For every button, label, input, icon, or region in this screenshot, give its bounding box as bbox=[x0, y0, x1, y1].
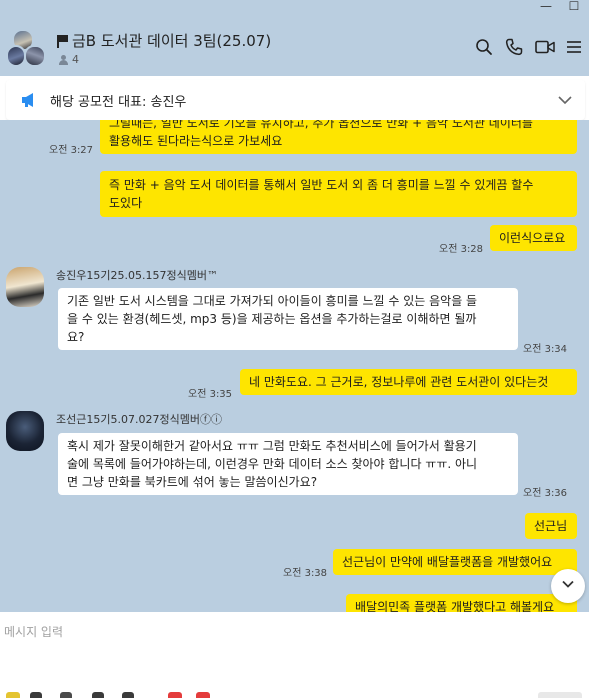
message-time: 오전 3:38 bbox=[283, 568, 328, 579]
sender-name: 조선근15기5.07.027정식멤버ⓕⓘ bbox=[56, 413, 222, 426]
group-avatar[interactable] bbox=[6, 29, 46, 69]
message-text: 이런식으로요 bbox=[499, 231, 566, 245]
message-text: 도있다 bbox=[109, 196, 143, 210]
message-text: 그럴때는, 일반 도서로 기오를 유치하고, 추가 옵션으로 만화 + 음악 도… bbox=[109, 120, 533, 130]
message-text: 선근님 bbox=[534, 519, 568, 533]
avatar bbox=[24, 45, 46, 67]
message-text: 배달의민족 플랫폼 개발했다고 해볼게요 bbox=[355, 600, 555, 612]
chat-area[interactable]: 그럴때는, 일반 도서로 기오를 유치하고, 추가 옵션으로 만화 + 음악 도… bbox=[0, 120, 589, 612]
message-bubble[interactable]: 혹시 제가 잘못이해한거 같아서요 ㅠㅠ 그럼 만화도 추천서비스에 들어가서 … bbox=[58, 433, 518, 495]
chat-title[interactable]: 금B 도서관 데이터 3팀(25.07) bbox=[56, 30, 271, 51]
chat-title-text: 금B 도서관 데이터 3팀(25.07) bbox=[72, 32, 272, 50]
capture-icon[interactable] bbox=[92, 692, 104, 698]
notice-text: 해당 공모전 대표: 송진우 bbox=[50, 94, 187, 110]
message-time: 오전 3:27 bbox=[49, 145, 94, 156]
chat-header: — ☐ 금B 도서관 데이터 3팀(25.07) 4 bbox=[0, 0, 589, 76]
message-bubble[interactable]: 네 만화도요. 그 근거로, 정보나루에 관련 도서관이 있다는것 bbox=[240, 369, 577, 395]
gift-icon[interactable] bbox=[196, 692, 210, 698]
window-controls: — ☐ bbox=[539, 0, 581, 12]
maximize-icon[interactable]: ☐ bbox=[567, 0, 581, 12]
minimize-icon[interactable]: — bbox=[539, 0, 553, 12]
calendar-icon[interactable] bbox=[122, 692, 134, 698]
person-icon bbox=[58, 54, 68, 65]
emoji-icon[interactable] bbox=[6, 692, 20, 698]
composer-toolbar bbox=[0, 692, 589, 698]
message-text: 기존 일반 도서 시스템을 그대로 가져가되 아이들이 흥미를 느낄 수 있는 … bbox=[67, 294, 478, 308]
flag-icon bbox=[56, 34, 68, 48]
message-text: 을 수 있는 환경(헤드셋, mp3 등)을 제공하는 옵션을 추가하는걸로 이… bbox=[67, 312, 477, 326]
message-text: 요? bbox=[67, 330, 85, 344]
message-bubble[interactable]: 즉 만화 + 음악 도서 데이터를 통해서 일반 도서 외 좀 더 흥미를 느낄… bbox=[100, 171, 577, 217]
member-count[interactable]: 4 bbox=[58, 53, 79, 66]
video-icon[interactable] bbox=[535, 38, 555, 56]
message-input[interactable] bbox=[4, 622, 574, 642]
header-actions bbox=[475, 38, 583, 56]
phone-icon[interactable] bbox=[505, 38, 523, 56]
message-text: 면 그냥 만화를 북카트에 섞어 놓는 말씀이신가요? bbox=[67, 475, 318, 489]
message-text: 네 만화도요. 그 근거로, 정보나루에 관련 도서관이 있다는것 bbox=[249, 375, 549, 389]
chevron-down-icon[interactable] bbox=[557, 92, 573, 108]
message-time: 오전 3:36 bbox=[523, 488, 568, 499]
chevron-down-icon bbox=[560, 576, 576, 596]
send-button[interactable] bbox=[538, 692, 582, 698]
avatar[interactable] bbox=[6, 411, 44, 451]
announcement-icon bbox=[20, 92, 38, 108]
menu-icon[interactable] bbox=[565, 38, 583, 56]
scroll-to-bottom-button[interactable] bbox=[551, 569, 585, 603]
message-time: 오전 3:28 bbox=[439, 244, 484, 255]
message-bubble[interactable]: 기존 일반 도서 시스템을 그대로 가져가되 아이들이 흥미를 느낄 수 있는 … bbox=[58, 288, 518, 350]
message-text: 혹시 제가 잘못이해한거 같아서요 ㅠㅠ 그럼 만화도 추천서비스에 들어가서 … bbox=[67, 439, 477, 453]
search-icon[interactable] bbox=[475, 38, 493, 56]
avatar[interactable] bbox=[6, 267, 44, 307]
message-composer bbox=[0, 612, 589, 698]
emoticon-icon[interactable] bbox=[30, 692, 42, 698]
message-time: 오전 3:34 bbox=[523, 344, 568, 355]
sticker-icon[interactable] bbox=[168, 692, 182, 698]
message-bubble[interactable]: 이런식으로요 bbox=[490, 225, 577, 251]
message-text: 선근님이 만약에 배달플랫폼을 개발했어요 bbox=[342, 555, 553, 569]
member-count-text: 4 bbox=[72, 53, 79, 66]
message-text: 술에 목록에 들어가야하는데, 이런경우 만화 데이터 소스 찾아야 합니다 ㅠ… bbox=[67, 457, 478, 471]
message-text: 즉 만화 + 음악 도서 데이터를 통해서 일반 도서 외 좀 더 흥미를 느낄… bbox=[109, 178, 534, 192]
pinned-notice[interactable]: 해당 공모전 대표: 송진우 bbox=[6, 80, 585, 120]
message-time: 오전 3:35 bbox=[188, 389, 233, 400]
message-bubble[interactable]: 그럴때는, 일반 도서로 기오를 유치하고, 추가 옵션으로 만화 + 음악 도… bbox=[100, 120, 577, 154]
sender-name: 송진우15기25.05.157정식멤버™ bbox=[56, 269, 218, 282]
message-bubble[interactable]: 배달의민족 플랫폼 개발했다고 해볼게요 bbox=[346, 594, 577, 612]
message-bubble[interactable]: 선근님 bbox=[525, 513, 577, 539]
message-bubble[interactable]: 선근님이 만약에 배달플랫폼을 개발했어요 bbox=[333, 549, 577, 575]
message-text: 활용해도 된다라는식으로 가보세요 bbox=[109, 134, 283, 148]
attach-icon[interactable] bbox=[60, 692, 72, 698]
avatar bbox=[6, 45, 26, 67]
